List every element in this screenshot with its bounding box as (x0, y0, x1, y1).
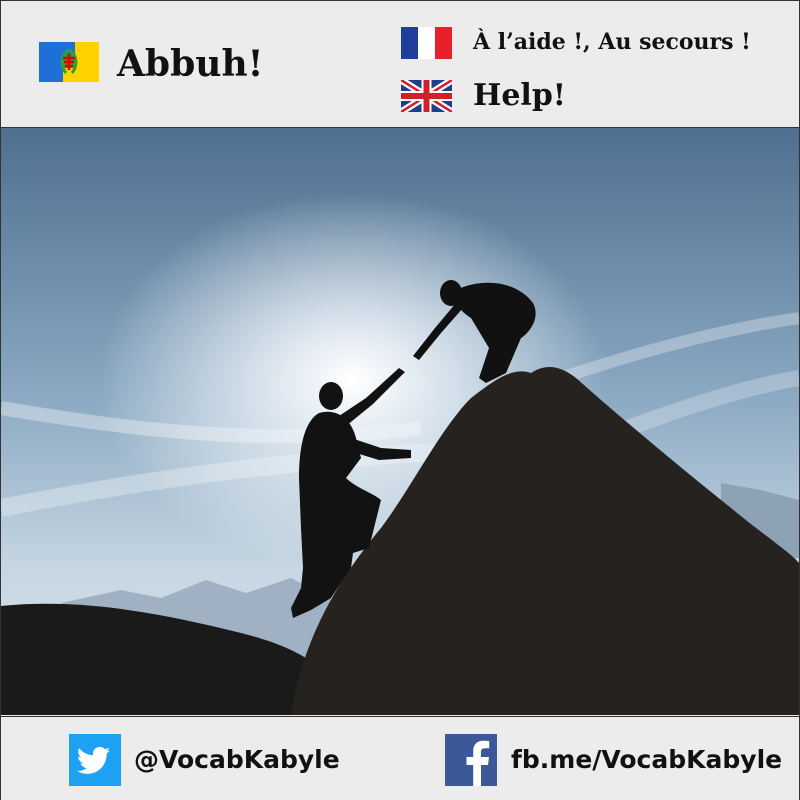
twitter-bird-icon[interactable] (69, 734, 121, 786)
vocab-header: Abbuh! À l’aide !, Au secours ! Help! (1, 1, 799, 128)
twitter-handle[interactable]: @VocabKabyle (134, 745, 340, 774)
uk-flag-icon (401, 80, 452, 112)
english-word: Help! (473, 78, 566, 113)
kabyle-word: Abbuh! (117, 43, 264, 85)
vocab-card: Abbuh! À l’aide !, Au secours ! Help! @V… (0, 0, 800, 800)
vocab-footer: @VocabKabyle fb.me/VocabKabyle (1, 716, 799, 800)
kabyle-flag-icon (39, 42, 99, 82)
help-photo (1, 128, 799, 715)
french-word: À l’aide !, Au secours ! (473, 29, 751, 55)
facebook-handle[interactable]: fb.me/VocabKabyle (511, 745, 782, 774)
france-flag-icon (401, 27, 452, 59)
facebook-f-icon[interactable] (445, 734, 497, 786)
